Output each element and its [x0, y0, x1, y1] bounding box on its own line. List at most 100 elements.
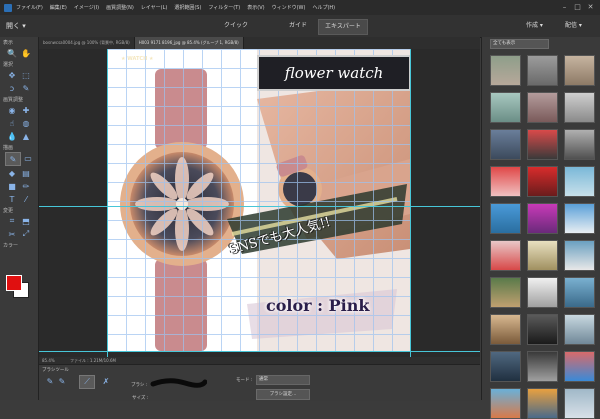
document-tab-1[interactable]: bosnwcsa0004.jpg @ 100% (背景中, RGB/8): [39, 37, 135, 49]
menu-help[interactable]: ヘルプ(H): [312, 4, 335, 11]
effect-thumb[interactable]: [564, 129, 595, 160]
blur-icon[interactable]: 💧: [5, 130, 19, 142]
app-logo-icon: [4, 3, 12, 12]
tab-guided[interactable]: ガイド: [283, 19, 313, 33]
panel-filter-select[interactable]: 全ても表示: [490, 39, 549, 49]
effect-thumb[interactable]: [527, 166, 558, 197]
smudge-icon[interactable]: ☝: [5, 117, 19, 129]
impressionist-brush-icon[interactable]: ✎: [55, 375, 69, 387]
menu-edit[interactable]: 編集(E): [50, 4, 67, 11]
eye-icon[interactable]: ◉: [5, 104, 19, 116]
maximize-icon[interactable]: □: [573, 3, 582, 11]
document-tab-2[interactable]: H003 9171 8196_jpg @ 85.4% (グループ 1, RGB/…: [134, 37, 244, 49]
effect-thumb[interactable]: [564, 240, 595, 271]
mode-label: モード :: [236, 378, 253, 383]
open-button[interactable]: 開く ▾: [6, 21, 26, 31]
share-button[interactable]: 配信 ▾: [565, 20, 582, 29]
guide-line-horizontal[interactable]: [39, 206, 480, 207]
effect-thumb[interactable]: [564, 92, 595, 123]
effect-thumb[interactable]: [490, 203, 521, 234]
tab-quick[interactable]: クイック: [218, 19, 254, 33]
effect-thumb[interactable]: [564, 166, 595, 197]
tab-expert[interactable]: エキスパート: [318, 19, 368, 35]
effect-thumb[interactable]: [527, 277, 558, 308]
menu-image[interactable]: イメージ(I): [74, 4, 99, 11]
brush-icon[interactable]: ✎: [5, 152, 21, 166]
menu-file[interactable]: ファイル(F): [16, 4, 43, 11]
effect-thumb[interactable]: [490, 388, 521, 419]
guide-line-right[interactable]: [410, 49, 411, 357]
effect-thumb[interactable]: [564, 388, 595, 419]
section-modify: 変更: [3, 208, 14, 214]
image-canvas[interactable]: ★ WATCH ★ flower watch SNSでも大人気!! color …: [107, 49, 410, 351]
workspace[interactable]: ★ WATCH ★ flower watch SNSでも大人気!! color …: [39, 49, 480, 357]
effect-thumb[interactable]: [564, 314, 595, 345]
eyedropper-icon[interactable]: ⁄: [19, 193, 33, 205]
section-view: 表示: [3, 40, 14, 46]
sharpen-icon[interactable]: ▲: [19, 130, 33, 142]
menu-select[interactable]: 選択範囲(S): [174, 4, 201, 11]
brush-settings-button[interactable]: ブラシ設定...: [256, 389, 310, 400]
shape-icon[interactable]: ■: [5, 180, 19, 192]
quick-select-icon[interactable]: ✎: [19, 82, 33, 94]
menu-view[interactable]: 表示(V): [247, 4, 264, 11]
guide-line-left[interactable]: [107, 49, 108, 357]
minimize-icon[interactable]: –: [560, 3, 569, 11]
effect-thumb[interactable]: [564, 203, 595, 234]
brush-mode-icon[interactable]: ⟋: [79, 375, 95, 389]
effect-thumb[interactable]: [527, 92, 558, 123]
effect-thumb[interactable]: [527, 55, 558, 86]
mode-select[interactable]: 通常: [256, 375, 310, 385]
effect-thumb[interactable]: [490, 314, 521, 345]
effect-thumb[interactable]: [490, 55, 521, 86]
file-size-readout: ファイル : 1.21M/10.6M: [70, 358, 116, 363]
menu-enhance[interactable]: 画質調整(N): [106, 4, 134, 11]
airbrush-icon[interactable]: ✗: [99, 375, 113, 387]
hand-icon[interactable]: ✋: [19, 47, 33, 59]
gradient-icon[interactable]: ▤: [19, 167, 33, 179]
color-label-text: color : Pink: [266, 296, 370, 315]
effects-panel: 全ても表示: [481, 37, 600, 419]
effect-thumb[interactable]: [527, 129, 558, 160]
eraser-icon[interactable]: ▭: [21, 152, 35, 164]
document-status-bar: 85.4% ファイル : 1.21M/10.6M: [39, 357, 480, 364]
effect-thumb[interactable]: [490, 92, 521, 123]
effect-thumb[interactable]: [490, 129, 521, 160]
brush-preview[interactable]: [149, 374, 207, 390]
lasso-icon[interactable]: ↄ: [5, 82, 19, 94]
effect-thumb[interactable]: [490, 240, 521, 271]
guide-line-bottom[interactable]: [39, 351, 480, 352]
sponge-icon[interactable]: ◍: [19, 117, 33, 129]
effect-thumb[interactable]: [527, 240, 558, 271]
straighten-icon[interactable]: ✂: [5, 228, 19, 240]
crop-icon[interactable]: ⌗: [5, 215, 19, 227]
paint-bucket-icon[interactable]: ◆: [5, 167, 19, 179]
effect-thumb[interactable]: [490, 277, 521, 308]
effect-thumb[interactable]: [564, 55, 595, 86]
effect-thumb[interactable]: [564, 277, 595, 308]
effect-thumb[interactable]: [527, 314, 558, 345]
effect-thumb[interactable]: [564, 351, 595, 382]
effect-thumb[interactable]: [527, 351, 558, 382]
zoom-icon[interactable]: 🔍: [5, 47, 19, 59]
transform-icon[interactable]: ⤢: [19, 228, 33, 240]
create-button[interactable]: 作成 ▾: [526, 20, 543, 29]
effect-thumb[interactable]: [527, 203, 558, 234]
menu-bar: ファイル(F) 編集(E) イメージ(I) 画質調整(N) レイヤー(L) 選択…: [0, 0, 600, 15]
menu-window[interactable]: ウィンドウ(W): [272, 4, 306, 11]
move-icon[interactable]: ✥: [5, 69, 19, 81]
effect-thumb[interactable]: [490, 166, 521, 197]
effect-thumb[interactable]: [490, 351, 521, 382]
menu-filter[interactable]: フィルター(T): [208, 4, 240, 11]
marquee-icon[interactable]: ⬚: [19, 69, 33, 81]
menu-layer[interactable]: レイヤー(L): [141, 4, 168, 11]
brush-label: ブラシ :: [131, 383, 148, 388]
text-icon[interactable]: T: [5, 193, 19, 205]
foreground-color-swatch[interactable]: [6, 275, 22, 291]
section-select: 選択: [3, 62, 14, 68]
pencil-icon[interactable]: ✏: [19, 180, 33, 192]
healing-icon[interactable]: ✚: [19, 104, 33, 116]
close-icon[interactable]: ✕: [586, 3, 595, 11]
recompose-icon[interactable]: ⬒: [19, 215, 33, 227]
effect-thumb[interactable]: [527, 388, 558, 419]
